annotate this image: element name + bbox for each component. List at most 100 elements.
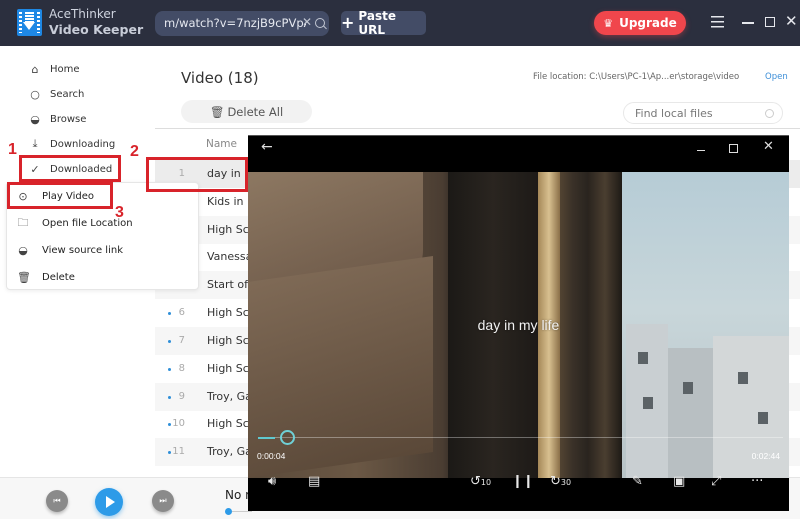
- row-number: 7: [178, 335, 185, 346]
- row-name: Troy, Ga: [207, 445, 252, 458]
- menu-icon[interactable]: [711, 16, 724, 28]
- divider: [155, 128, 800, 129]
- next-track-button[interactable]: ⏭: [152, 490, 174, 512]
- row-name: Troy, Ga: [207, 390, 252, 403]
- video-player-window: ← ✕ day in my life 0:00:04 0:02:44 🔊︎ ▤ …: [248, 135, 789, 511]
- mini-view-icon[interactable]: ▣: [673, 474, 685, 489]
- row-number: 10: [172, 418, 185, 429]
- sidebar-item-label: Search: [50, 88, 85, 100]
- search-icon[interactable]: [765, 109, 774, 118]
- sidebar-item-label: Downloading: [50, 138, 116, 150]
- row-number: 9: [178, 391, 185, 402]
- row-number: 6: [178, 307, 185, 318]
- menu-item-delete[interactable]: 🗑 Delete: [17, 267, 75, 287]
- app-brand: AceThinker Video Keeper: [49, 7, 143, 37]
- total-time: 0:02:44: [751, 451, 780, 461]
- file-location: File location: C:\Users\PC-1\Ap...er\sto…: [533, 72, 740, 82]
- annotation-box-play-video: [7, 182, 113, 209]
- column-header-name[interactable]: Name: [206, 138, 237, 150]
- forward-button[interactable]: ↻30: [550, 474, 571, 489]
- fullscreen-icon[interactable]: ⤢: [711, 474, 721, 489]
- find-local-files-input[interactable]: Find local files: [623, 102, 783, 124]
- url-input-value[interactable]: m/watch?v=7nzjB9cPVpA: [164, 16, 306, 30]
- maximize-icon[interactable]: [765, 17, 775, 27]
- edit-pencil-icon[interactable]: ✎: [632, 474, 643, 489]
- annotation-number: 3: [115, 204, 124, 221]
- app-window: AceThinker Video Keeper m/watch?v=7nzjB9…: [0, 0, 800, 519]
- minimize-icon[interactable]: [697, 150, 705, 151]
- video-scene-window: [758, 412, 768, 424]
- sidebar-item-search[interactable]: ○ Search: [28, 84, 84, 104]
- video-scene-window: [638, 352, 648, 364]
- folder-icon: 🗀: [17, 215, 29, 229]
- row-number: 11: [172, 446, 185, 457]
- paste-url-label: Paste URL: [358, 9, 396, 37]
- paste-url-button[interactable]: + Paste URL: [341, 9, 426, 37]
- previous-track-button[interactable]: ⏮: [46, 490, 68, 512]
- play-button[interactable]: [95, 488, 123, 516]
- trash-icon: 🗑: [209, 104, 225, 119]
- row-name: High Sc: [207, 362, 249, 375]
- clear-icon[interactable]: ✕: [302, 15, 312, 29]
- plus-icon: +: [341, 13, 355, 32]
- annotation-number: 2: [130, 143, 139, 160]
- video-scene-window: [643, 397, 653, 409]
- link-globe-icon: ◒: [18, 243, 28, 257]
- sidebar-item-downloading[interactable]: ⤓ Downloading: [28, 134, 116, 154]
- home-icon: ⌂: [31, 62, 39, 76]
- menu-item-label: Delete: [42, 271, 75, 283]
- annotation-number: 1: [8, 141, 17, 158]
- captions-icon[interactable]: ▤: [308, 474, 320, 489]
- minimize-icon[interactable]: [742, 22, 754, 24]
- row-name: High Sc: [207, 223, 249, 236]
- row-name: High Sc: [207, 306, 249, 319]
- download-icon: ⤓: [32, 137, 38, 150]
- search-icon[interactable]: [315, 18, 325, 28]
- app-logo-icon: [17, 9, 42, 36]
- current-time: 0:00:04: [257, 451, 286, 461]
- upgrade-button[interactable]: ♛ Upgrade: [594, 11, 686, 35]
- row-number: 8: [178, 363, 185, 374]
- forward-seconds: 30: [560, 478, 572, 487]
- upgrade-label: Upgrade: [619, 16, 677, 30]
- brand-name: AceThinker: [49, 7, 116, 21]
- sidebar-item-label: Browse: [50, 113, 87, 125]
- rewind-button[interactable]: ↺10: [470, 474, 491, 489]
- volume-icon[interactable]: 🔊︎: [268, 474, 276, 489]
- delete-all-button[interactable]: 🗑 Delete All: [181, 100, 312, 123]
- sidebar-item-home[interactable]: ⌂ Home: [28, 59, 80, 79]
- search-icon: ○: [30, 87, 40, 101]
- annotation-box-first-row: [146, 157, 248, 192]
- row-name: High Sc: [207, 334, 249, 347]
- sidebar-item-label: Home: [50, 63, 80, 75]
- trash-icon: 🗑: [17, 270, 31, 284]
- pause-button[interactable]: ❙❙: [512, 474, 534, 489]
- row-name: High Sc: [207, 417, 249, 430]
- seek-slider-track[interactable]: [232, 511, 252, 512]
- more-options-icon[interactable]: ···: [751, 474, 763, 489]
- video-frame[interactable]: day in my life: [248, 172, 789, 478]
- crown-icon: ♛: [603, 16, 614, 30]
- product-name: Video Keeper: [49, 22, 144, 37]
- video-scene-blind: [248, 255, 433, 478]
- open-folder-link[interactable]: Open: [765, 72, 788, 82]
- close-icon[interactable]: ✕: [785, 12, 798, 30]
- find-placeholder: Find local files: [635, 107, 713, 120]
- row-name: Vanessa: [207, 250, 253, 263]
- sidebar-item-browse[interactable]: ◒ Browse: [28, 109, 86, 129]
- video-subtitle: day in my life: [477, 317, 560, 333]
- video-scene-window: [683, 382, 693, 394]
- title-bar: AceThinker Video Keeper m/watch?v=7nzjB9…: [0, 0, 800, 46]
- video-scene-window: [738, 372, 748, 384]
- seek-slider-handle[interactable]: [225, 508, 232, 515]
- video-seek-track[interactable]: [258, 437, 783, 438]
- back-arrow-icon[interactable]: ←: [261, 139, 273, 155]
- video-seek-progress: [258, 437, 276, 439]
- menu-item-label: View source link: [42, 244, 123, 256]
- menu-item-view-source-link[interactable]: ◒ View source link: [17, 240, 123, 260]
- maximize-icon[interactable]: [729, 144, 738, 153]
- rewind-seconds: 10: [480, 478, 492, 487]
- delete-all-label: Delete All: [227, 104, 284, 119]
- close-icon[interactable]: ✕: [763, 139, 774, 154]
- url-input[interactable]: m/watch?v=7nzjB9cPVpA ✕: [155, 11, 329, 36]
